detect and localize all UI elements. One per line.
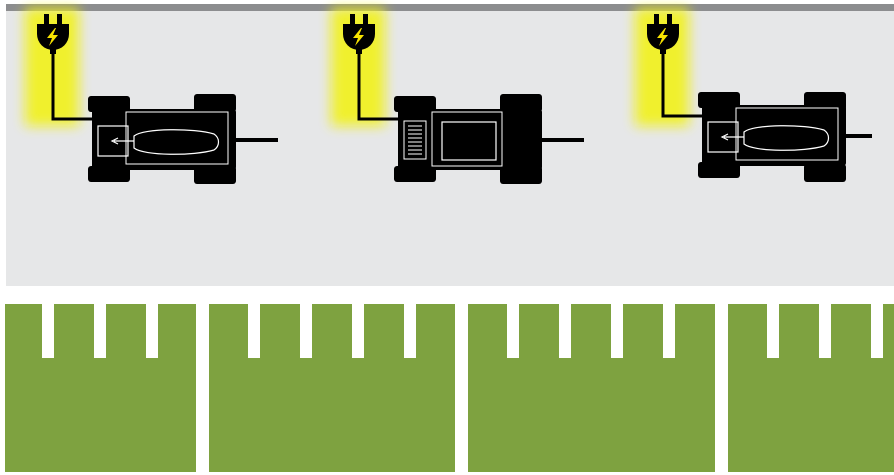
charging-station-2 <box>328 8 584 208</box>
row-marker <box>300 304 312 358</box>
row-marker <box>611 304 623 358</box>
tractor-battery <box>394 94 584 184</box>
field-plot <box>209 304 455 472</box>
farm-robot-scene <box>0 0 894 475</box>
row-marker <box>507 304 519 358</box>
row-marker <box>559 304 571 358</box>
field-plot-1 <box>5 304 196 472</box>
field-plot <box>468 304 715 472</box>
row-marker <box>663 304 675 358</box>
row-marker <box>352 304 364 358</box>
row-marker <box>146 304 158 358</box>
row-marker <box>42 304 54 358</box>
tractor-harvester <box>698 92 872 182</box>
field-plot <box>728 304 894 472</box>
row-marker <box>871 304 883 358</box>
charging-station-1 <box>22 8 278 208</box>
row-marker <box>248 304 260 358</box>
row-marker <box>767 304 779 358</box>
row-marker <box>94 304 106 358</box>
charging-station-3 <box>632 8 872 208</box>
field-plot-2 <box>209 304 455 472</box>
field-plot-4 <box>728 304 894 472</box>
row-marker <box>819 304 831 358</box>
tractor-harvester <box>88 94 278 184</box>
field-plot-3 <box>468 304 715 472</box>
row-marker <box>404 304 416 358</box>
crop-field <box>0 304 894 475</box>
